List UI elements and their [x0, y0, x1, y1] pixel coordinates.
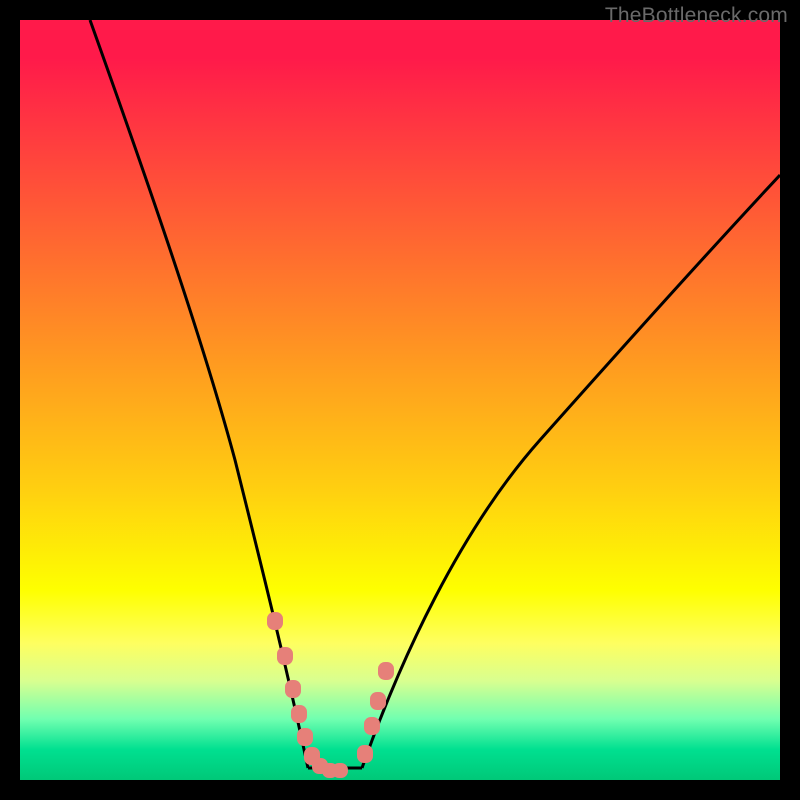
left-curve [90, 20, 308, 768]
right-curve [362, 175, 780, 768]
curve-layer [20, 20, 780, 780]
plot-area [20, 20, 780, 780]
watermark-text: TheBottleneck.com [605, 4, 788, 28]
right-markers [357, 662, 394, 763]
